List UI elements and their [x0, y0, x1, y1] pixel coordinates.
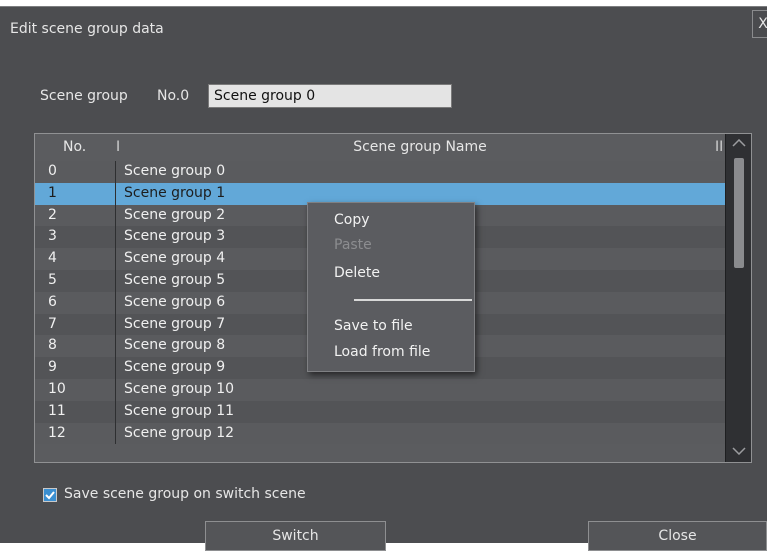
row-number: 9 — [48, 359, 57, 376]
table-header: No. I Scene group Name II — [35, 134, 725, 158]
chevron-down-icon[interactable] — [726, 442, 751, 462]
dialog-title: Edit scene group data — [10, 21, 164, 37]
menu-item-copy[interactable]: Copy — [334, 212, 370, 228]
menu-item-save-to-file[interactable]: Save to file — [334, 318, 413, 334]
edit-scene-group-dialog: Edit scene group data X Scene group No.0… — [0, 6, 767, 551]
vertical-scrollbar[interactable] — [725, 134, 751, 462]
row-number: 5 — [48, 271, 57, 288]
row-number: 8 — [48, 337, 57, 354]
table-row[interactable]: 0 Scene group 0 — [35, 161, 725, 183]
switch-button[interactable]: Switch — [205, 521, 386, 551]
column-separator[interactable]: II — [715, 139, 723, 155]
row-number: 7 — [48, 315, 57, 332]
chevron-up-icon[interactable] — [726, 134, 751, 154]
row-number: 3 — [48, 228, 57, 245]
scene-group-name-input[interactable] — [208, 84, 452, 108]
row-number: 2 — [48, 206, 57, 223]
row-number: 4 — [48, 250, 57, 267]
table-row[interactable]: 11 Scene group 11 — [35, 400, 725, 423]
scrollbar-thumb[interactable] — [734, 158, 744, 268]
scene-group-label: Scene group — [40, 88, 128, 104]
table-row[interactable]: 12 Scene group 12 — [35, 422, 725, 445]
column-header-no[interactable]: No. — [63, 139, 86, 155]
row-number: 1 — [48, 184, 57, 201]
checkmark-icon — [45, 491, 55, 500]
menu-item-delete[interactable]: Delete — [334, 265, 380, 281]
column-header-name[interactable]: Scene group Name — [115, 139, 725, 155]
menu-item-load-from-file[interactable]: Load from file — [334, 344, 430, 360]
table-row[interactable]: 10 Scene group 10 — [35, 378, 725, 401]
close-button[interactable]: Close — [588, 521, 767, 551]
row-name: Scene group 12 — [115, 422, 725, 445]
context-menu: Copy Paste Delete Save to file Load from… — [307, 202, 475, 372]
row-name: Scene group 10 — [115, 378, 725, 401]
menu-divider — [354, 299, 472, 301]
save-on-switch-checkbox[interactable] — [43, 488, 57, 502]
row-number: 10 — [48, 380, 66, 397]
scene-group-number: No.0 — [157, 88, 190, 104]
row-name: Scene group 0 — [115, 161, 725, 183]
row-number: 0 — [48, 163, 57, 179]
row-number: 11 — [48, 402, 66, 419]
row-name: Scene group 11 — [115, 400, 725, 423]
close-icon[interactable]: X — [752, 10, 767, 38]
row-number: 6 — [48, 293, 57, 310]
menu-item-paste: Paste — [334, 237, 372, 253]
row-number: 12 — [48, 424, 66, 441]
save-on-switch-label[interactable]: Save scene group on switch scene — [64, 486, 306, 502]
